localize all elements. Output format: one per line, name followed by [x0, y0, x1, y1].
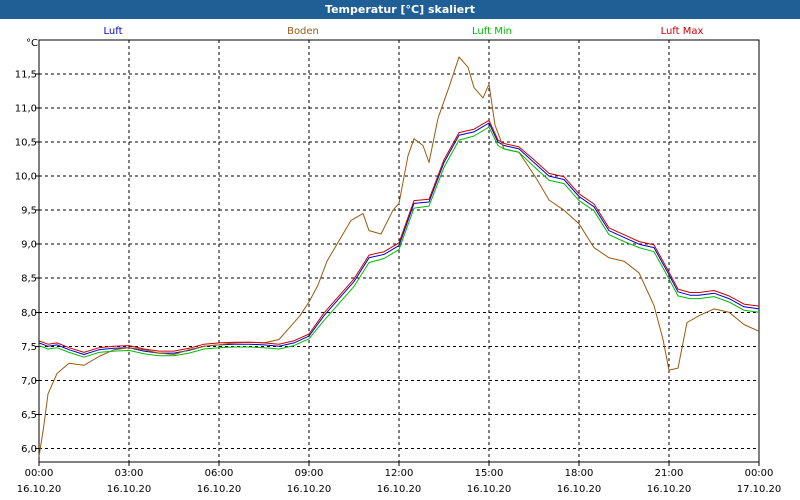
x-tick-time: 00:00 — [25, 468, 54, 479]
x-tick-time: 06:00 — [205, 468, 234, 479]
x-tick-date: 16.10.20 — [647, 484, 692, 495]
x-axis: 00:00 16.10.20 03:00 16.10.20 06:00 16.10.20 0… — [17, 462, 782, 495]
x-tick-date: 16.10.20 — [287, 484, 332, 495]
y-tick-label: 9,5 — [21, 206, 37, 217]
y-tick-label: 7,0 — [21, 376, 37, 387]
chart-legend: Luft Boden Luft Min Luft Max — [104, 26, 704, 37]
y-tick-label: 9,0 — [21, 240, 37, 251]
chart-window: Temperatur [°C] skaliert Luft Boden Luft M… — [0, 0, 800, 500]
legend-item-luft-min: Luft Min — [472, 26, 512, 37]
y-tick-label: 6,0 — [21, 444, 37, 455]
y-tick-label: 10,5 — [15, 138, 37, 149]
x-tick-time: 21:00 — [655, 468, 684, 479]
y-tick-label: 10,0 — [15, 172, 37, 183]
x-tick-date: 16.10.20 — [197, 484, 242, 495]
x-tick-date: 16.10.20 — [107, 484, 152, 495]
x-tick-date: 16.10.20 — [467, 484, 512, 495]
x-tick-date: 16.10.20 — [17, 484, 62, 495]
legend-item-luft-max: Luft Max — [661, 26, 704, 37]
x-tick-date: 16.10.20 — [557, 484, 602, 495]
x-tick-time: 18:00 — [565, 468, 594, 479]
legend-item-boden: Boden — [287, 26, 319, 37]
x-tick-date: 17.10.20 — [737, 484, 782, 495]
y-tick-label: 6,5 — [21, 410, 37, 421]
x-tick-time: 12:00 — [385, 468, 414, 479]
y-tick-label: 11,0 — [15, 104, 37, 115]
y-tick-label: 8,0 — [21, 308, 37, 319]
window-title: Temperatur [°C] skaliert — [0, 0, 800, 19]
y-tick-label: 7,5 — [21, 342, 37, 353]
x-tick-time: 00:00 — [745, 468, 774, 479]
x-tick-time: 09:00 — [295, 468, 324, 479]
legend-item-luft: Luft — [104, 26, 123, 37]
y-axis: °C 6,0 6,5 7,0 7,5 8,0 8,5 9,0 9,5 10,0 10,5 11,0 11… — [15, 38, 39, 455]
temperature-chart: Luft Boden Luft Min Luft Max °C 6,0 6,5 7,0 7,5… — [15, 26, 782, 495]
x-tick-time: 03:00 — [115, 468, 144, 479]
x-tick-date: 16.10.20 — [377, 484, 422, 495]
y-tick-label: 11,5 — [15, 70, 37, 81]
y-axis-unit-label: °C — [26, 38, 38, 49]
x-tick-time: 15:00 — [475, 468, 504, 479]
y-tick-label: 8,5 — [21, 274, 37, 285]
